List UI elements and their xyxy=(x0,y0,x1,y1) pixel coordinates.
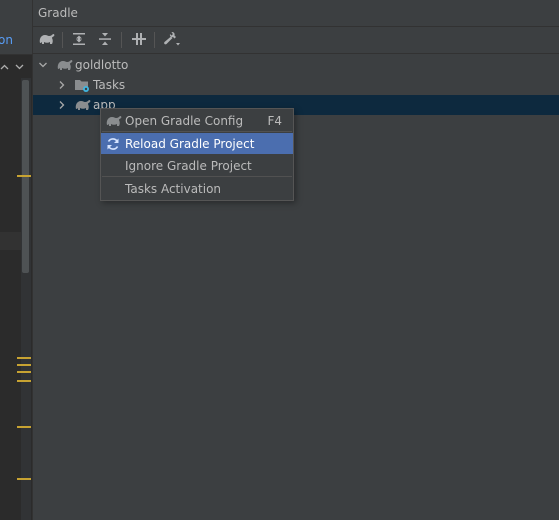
menu-separator xyxy=(102,176,292,177)
gradle-toolbar xyxy=(33,27,559,54)
menu-item-label: Reload Gradle Project xyxy=(125,137,255,151)
collapse-all-icon xyxy=(98,32,112,49)
editor-current-line xyxy=(0,232,21,250)
menu-item-label: Tasks Activation xyxy=(125,182,222,196)
expand-all-button[interactable] xyxy=(69,30,89,50)
tree-node-label: goldlotto xyxy=(75,58,129,72)
menu-item-reload-gradle-project[interactable]: Reload Gradle Project xyxy=(101,133,293,154)
menu-item-tasks-activation[interactable]: Tasks Activation xyxy=(101,178,293,199)
build-tool-settings-button[interactable] xyxy=(162,30,182,50)
collapse-all-button[interactable] xyxy=(95,30,115,50)
expand-all-icon xyxy=(72,32,86,49)
gradle-elephant-icon xyxy=(38,32,56,49)
chevron-right-icon[interactable] xyxy=(57,78,67,90)
error-stripe-marker[interactable] xyxy=(17,426,31,428)
wrench-dropdown-icon xyxy=(163,31,181,50)
reload-all-button[interactable] xyxy=(37,30,57,50)
toolbar-separator xyxy=(62,32,63,48)
menu-separator xyxy=(102,131,292,132)
tree-row-root[interactable]: goldlotto xyxy=(33,55,559,75)
toolbar-separator xyxy=(154,32,155,48)
menu-item-ignore-gradle-project[interactable]: Ignore Gradle Project xyxy=(101,155,293,176)
gradle-elephant-icon xyxy=(105,113,122,129)
gradle-elephant-icon xyxy=(74,97,91,113)
editor-tab-bar: on xyxy=(0,26,32,55)
error-stripe-marker[interactable] xyxy=(17,357,31,359)
gradle-elephant-icon xyxy=(56,57,73,73)
chevron-down-icon[interactable] xyxy=(15,62,24,73)
chevron-right-icon[interactable] xyxy=(57,98,67,110)
refresh-icon xyxy=(105,136,121,152)
editor-header xyxy=(0,0,32,27)
tree-node-label: Tasks xyxy=(93,78,126,92)
error-stripe-marker[interactable] xyxy=(17,371,31,373)
gradle-tool-window: Gradle goldlotto Tasks app xyxy=(33,0,559,520)
tool-window-title-bar: Gradle xyxy=(33,0,559,27)
editor-tab-label[interactable]: on xyxy=(0,33,13,47)
menu-item-shortcut: F4 xyxy=(267,114,282,128)
error-stripe-marker[interactable] xyxy=(17,364,31,366)
chevron-down-icon[interactable] xyxy=(38,58,48,70)
tree-row-tasks[interactable]: Tasks xyxy=(33,75,559,95)
toolbar-separator xyxy=(121,32,122,48)
editor-pane: on xyxy=(0,0,33,520)
menu-item-label: Ignore Gradle Project xyxy=(125,159,252,173)
error-stripe-marker[interactable] xyxy=(17,478,31,480)
toggle-offline-button[interactable] xyxy=(129,30,149,50)
tasks-folder-icon xyxy=(74,77,90,93)
error-stripe-marker[interactable] xyxy=(17,380,31,382)
tool-window-title: Gradle xyxy=(38,6,78,20)
chevron-up-icon[interactable] xyxy=(0,62,9,73)
toggle-offline-icon xyxy=(131,32,147,49)
menu-item-open-gradle-config[interactable]: Open Gradle Config F4 xyxy=(101,110,293,131)
context-menu: Open Gradle Config F4 Reload Gradle Proj… xyxy=(100,108,294,201)
menu-item-label: Open Gradle Config xyxy=(125,114,244,128)
error-stripe-marker[interactable] xyxy=(17,175,31,177)
